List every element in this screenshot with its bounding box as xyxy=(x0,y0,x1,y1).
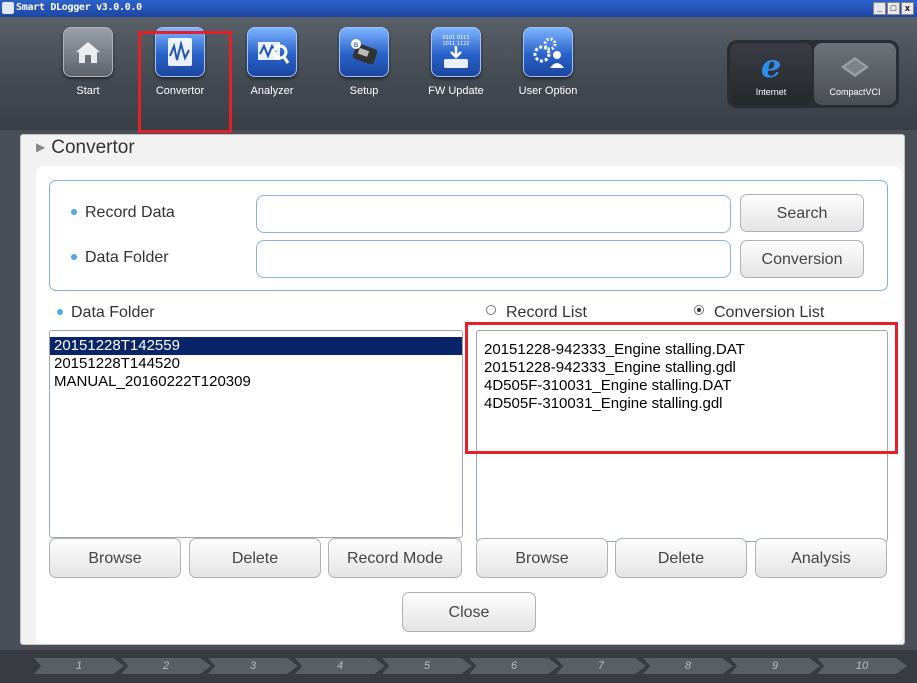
title-bar: Smart DLogger v3.0.0.0 _ □ x xyxy=(0,0,917,17)
conversion-list-radio[interactable]: Conversion List xyxy=(694,304,824,322)
step-8: 8 xyxy=(643,658,733,674)
data-folder-field[interactable] xyxy=(256,240,731,278)
record-list-radio[interactable]: Record List xyxy=(486,304,587,322)
bullet-icon xyxy=(71,209,77,215)
window-title: Smart DLogger v3.0.0.0 xyxy=(16,2,142,13)
minimize-button[interactable]: _ xyxy=(873,2,886,15)
toolbar-start-label: Start xyxy=(76,85,100,97)
conversion-button[interactable]: Conversion xyxy=(740,240,864,278)
internet-button[interactable]: e Internet xyxy=(730,43,812,105)
list-item[interactable]: MANUAL_20160222T120309 xyxy=(50,373,462,391)
step-progress-bar: 1 2 3 4 5 6 7 8 9 10 xyxy=(0,650,917,683)
triangle-right-icon: ▶ xyxy=(36,140,46,154)
bullet-icon xyxy=(71,254,77,260)
toolbar-fw-update-button[interactable]: 0101 0111 1011 1122 FW Update xyxy=(414,27,498,97)
svg-text:e: e xyxy=(761,47,781,83)
compactvci-button[interactable]: CompactVCI xyxy=(814,43,896,105)
bullet-icon xyxy=(57,309,63,315)
list-item[interactable]: 20151228T144520 xyxy=(50,355,462,373)
right-browse-button[interactable]: Browse xyxy=(476,538,608,578)
compactvci-label: CompactVCI xyxy=(829,87,881,97)
internet-label: Internet xyxy=(755,87,787,97)
record-data-label: Record Data xyxy=(71,204,175,222)
step-5: 5 xyxy=(382,658,472,674)
data-folder-label: Data Folder xyxy=(71,249,169,267)
radio-icon xyxy=(486,305,496,315)
record-data-field[interactable] xyxy=(256,195,731,233)
toolbar-fw-update-label: FW Update xyxy=(428,85,484,97)
step-3: 3 xyxy=(208,658,298,674)
left-browse-button[interactable]: Browse xyxy=(49,538,181,578)
svg-text:ʙ: ʙ xyxy=(354,40,359,49)
convertor-highlight-box xyxy=(138,31,232,133)
list-item[interactable]: 20151228T142559 xyxy=(50,337,462,355)
toolbar-analyzer-button[interactable]: Analyzer xyxy=(230,27,314,97)
search-button[interactable]: Search xyxy=(740,194,864,232)
toolbar-analyzer-label: Analyzer xyxy=(250,85,294,97)
data-folder-list-header: Data Folder xyxy=(57,304,155,322)
toolbar-start-button[interactable]: Start xyxy=(46,27,130,97)
step-10: 10 xyxy=(817,658,907,674)
right-toolbar-panel: e Internet CompactVCI xyxy=(727,40,899,108)
gears-user-icon xyxy=(523,27,573,77)
home-icon xyxy=(63,27,113,77)
radio-selected-icon xyxy=(694,305,704,315)
internet-explorer-icon: e xyxy=(761,47,781,85)
step-6: 6 xyxy=(469,658,559,674)
vci-device-icon xyxy=(841,57,869,77)
page-title: ▶ Convertor xyxy=(36,137,135,159)
analysis-button[interactable]: Analysis xyxy=(755,538,887,578)
record-mode-button[interactable]: Record Mode xyxy=(328,538,462,578)
conversion-list-highlight-box xyxy=(465,322,898,454)
page-title-text: Convertor xyxy=(51,137,135,158)
data-folder-list[interactable]: 20151228T142559 20151228T144520 MANUAL_2… xyxy=(49,330,463,538)
restore-button[interactable]: □ xyxy=(887,2,900,15)
firmware-chip-icon: 0101 0111 1011 1122 xyxy=(431,27,481,77)
close-button[interactable]: Close xyxy=(402,592,536,632)
bluetooth-device-icon: ʙ xyxy=(339,27,389,77)
right-delete-button[interactable]: Delete xyxy=(615,538,747,578)
step-1: 1 xyxy=(34,658,124,674)
toolbar-setup-button[interactable]: ʙ Setup xyxy=(322,27,406,97)
step-9: 9 xyxy=(730,658,820,674)
step-7: 7 xyxy=(556,658,646,674)
left-delete-button[interactable]: Delete xyxy=(189,538,321,578)
toolbar-setup-label: Setup xyxy=(349,85,379,97)
toolbar-user-option-label: User Option xyxy=(518,85,578,97)
step-2: 2 xyxy=(121,658,211,674)
toolbar-user-option-button[interactable]: User Option xyxy=(506,27,590,97)
close-window-button[interactable]: x xyxy=(901,2,914,15)
app-icon xyxy=(2,2,14,14)
magnifier-waveform-icon xyxy=(247,27,297,77)
step-4: 4 xyxy=(295,658,385,674)
